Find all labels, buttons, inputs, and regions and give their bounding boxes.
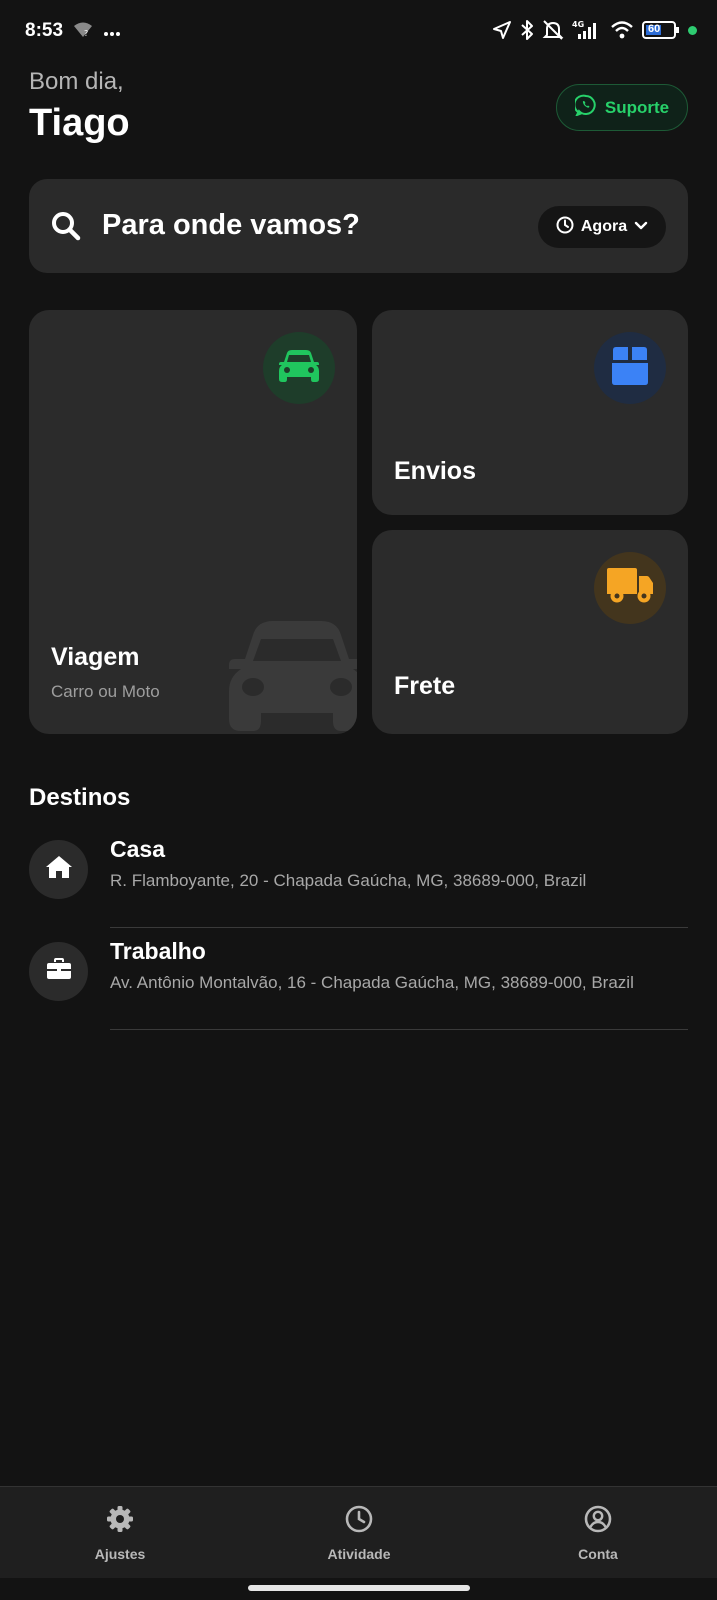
briefcase-icon <box>46 958 72 985</box>
location-arrow-icon <box>492 20 512 40</box>
gear-icon <box>106 1505 134 1538</box>
viagem-icon-circle <box>263 332 335 404</box>
nav-label-ajustes: Ajustes <box>94 1545 146 1562</box>
service-subtitle-viagem: Carro ou Moto <box>51 682 160 701</box>
status-bar: 8:53 ? 4G 60 <box>0 0 717 64</box>
user-name: Tiago <box>29 102 130 144</box>
service-title-viagem: Viagem <box>51 643 140 671</box>
bluetooth-icon <box>520 19 534 41</box>
destination-icon-trabalho <box>29 942 88 1001</box>
wifi-icon <box>610 20 634 40</box>
car-watermark-icon <box>227 615 357 734</box>
destination-icon-casa <box>29 840 88 899</box>
support-label: Suporte <box>604 97 670 117</box>
chevron-down-icon <box>634 218 648 236</box>
destination-item-trabalho[interactable]: Trabalho Av. Antônio Montalvão, 16 - Cha… <box>29 928 688 1030</box>
search-placeholder: Para onde vamos? <box>102 209 360 241</box>
search-bar[interactable]: Para onde vamos? Agora <box>29 179 688 273</box>
service-title-frete: Frete <box>394 672 456 700</box>
destination-item-casa[interactable]: Casa R. Flamboyante, 20 - Chapada Gaúcha… <box>29 826 688 928</box>
schedule-time-button[interactable]: Agora <box>538 206 666 248</box>
support-button[interactable]: Suporte <box>556 84 688 131</box>
signal-icon: 4G <box>572 19 602 41</box>
network-type-label: 4G <box>572 20 584 29</box>
service-title-envios: Envios <box>394 457 476 485</box>
more-dots-icon <box>103 24 121 42</box>
destinations-title: Destinos <box>29 784 131 811</box>
envios-icon-circle <box>594 332 666 404</box>
bottom-navigation: Ajustes Atividade Conta <box>0 1486 717 1578</box>
frete-icon-circle <box>594 552 666 624</box>
service-card-viagem[interactable]: Viagem Carro ou Moto <box>29 310 357 734</box>
muted-bell-icon <box>542 19 564 41</box>
home-icon <box>45 855 73 884</box>
svg-text:?: ? <box>84 29 88 38</box>
destination-name: Trabalho <box>110 938 206 964</box>
home-indicator[interactable] <box>248 1585 470 1591</box>
destination-address: Av. Antônio Montalvão, 16 - Chapada Gaúc… <box>110 973 634 992</box>
clock-icon <box>556 216 574 239</box>
battery-level: 60 <box>648 23 661 35</box>
status-time: 8:53 <box>25 20 64 41</box>
clock-icon <box>345 1505 373 1538</box>
nav-item-atividade[interactable]: Atividade <box>289 1487 429 1579</box>
privacy-indicator-dot <box>688 25 697 35</box>
destination-address: R. Flamboyante, 20 - Chapada Gaúcha, MG,… <box>110 871 587 890</box>
greeting-text: Bom dia, <box>29 68 124 95</box>
search-icon <box>51 211 81 246</box>
box-icon <box>610 346 650 391</box>
destination-name: Casa <box>110 836 165 862</box>
nav-item-ajustes[interactable]: Ajustes <box>50 1487 190 1579</box>
whatsapp-icon <box>573 94 597 121</box>
divider <box>110 1029 688 1030</box>
truck-icon <box>606 567 654 610</box>
wifi-question-icon: ? <box>73 22 93 43</box>
service-card-frete[interactable]: Frete <box>372 530 688 734</box>
nav-label-conta: Conta <box>578 1545 618 1562</box>
battery-icon: 60 <box>642 20 680 40</box>
nav-label-atividade: Atividade <box>327 1545 391 1562</box>
user-circle-icon <box>584 1505 612 1538</box>
schedule-time-label: Agora <box>580 218 628 235</box>
nav-item-conta[interactable]: Conta <box>528 1487 668 1579</box>
car-icon <box>278 349 320 388</box>
service-card-envios[interactable]: Envios <box>372 310 688 515</box>
